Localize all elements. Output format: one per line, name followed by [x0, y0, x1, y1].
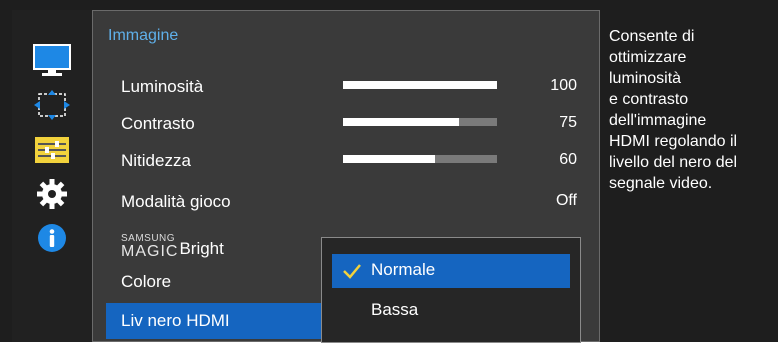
magic-bright-label: SAMSUNG MAGIC Bright	[121, 226, 224, 260]
dropdown-option-label: Bassa	[371, 300, 419, 319]
help-description: Consente di ottimizzare luminosità e con…	[609, 28, 738, 192]
sharpness-slider[interactable]	[343, 155, 497, 163]
row-label: Colore	[121, 272, 172, 291]
dropdown-option-label: Normale	[371, 260, 436, 279]
dropdown-option-normale[interactable]: Normale	[332, 254, 570, 288]
checkmark-icon	[343, 264, 361, 279]
info-icon	[38, 224, 66, 252]
sidebar-item-settings-sliders[interactable]	[12, 128, 92, 172]
screen-adjust-arrows-icon	[34, 90, 70, 120]
sidebar	[12, 10, 93, 342]
sidebar-item-system[interactable]	[12, 172, 92, 216]
dropdown-option-bassa[interactable]: Bassa	[332, 294, 570, 328]
menu-row-brightness[interactable]: Luminosità 100	[93, 68, 599, 106]
osd-frame: Immagine Luminosità 100 Contrasto 75 Nit…	[0, 0, 778, 343]
slider-fill	[343, 155, 436, 163]
slider-fill	[343, 81, 497, 89]
row-value: Off	[555, 192, 577, 209]
magic-brand-magic: MAGIC	[121, 243, 179, 260]
row-label: Modalità gioco	[121, 192, 231, 211]
row-value: 100	[550, 77, 577, 94]
picture-menu-panel: Immagine Luminosità 100 Contrasto 75 Nit…	[92, 10, 600, 343]
hdmi-black-level-dropdown[interactable]: Normale Bassa	[321, 237, 581, 343]
menu-row-sharpness[interactable]: Nitidezza 60	[93, 142, 599, 180]
magic-brand-suffix: Bright	[179, 239, 224, 258]
row-label: Contrasto	[121, 114, 195, 133]
gear-icon	[37, 179, 67, 209]
monitor-picture-icon	[33, 44, 71, 76]
sidebar-item-picture[interactable]	[12, 39, 92, 83]
sliders-settings-icon	[35, 137, 69, 163]
help-panel: Consente di ottimizzare luminosità e con…	[600, 10, 766, 342]
row-label: Nitidezza	[121, 151, 191, 170]
menu-title: Immagine	[108, 27, 179, 44]
sidebar-item-screen[interactable]	[12, 83, 92, 127]
row-label: Liv nero HDMI	[121, 311, 230, 330]
brightness-slider[interactable]	[343, 81, 497, 89]
slider-fill	[343, 118, 459, 126]
contrast-slider[interactable]	[343, 118, 497, 126]
menu-row-game-mode[interactable]: Modalità gioco Off	[93, 183, 599, 221]
menu-row-contrast[interactable]: Contrasto 75	[93, 105, 599, 143]
row-value: 75	[559, 114, 577, 131]
sidebar-item-info[interactable]	[12, 216, 92, 260]
row-value: 60	[559, 151, 577, 168]
row-label: Luminosità	[121, 77, 204, 96]
